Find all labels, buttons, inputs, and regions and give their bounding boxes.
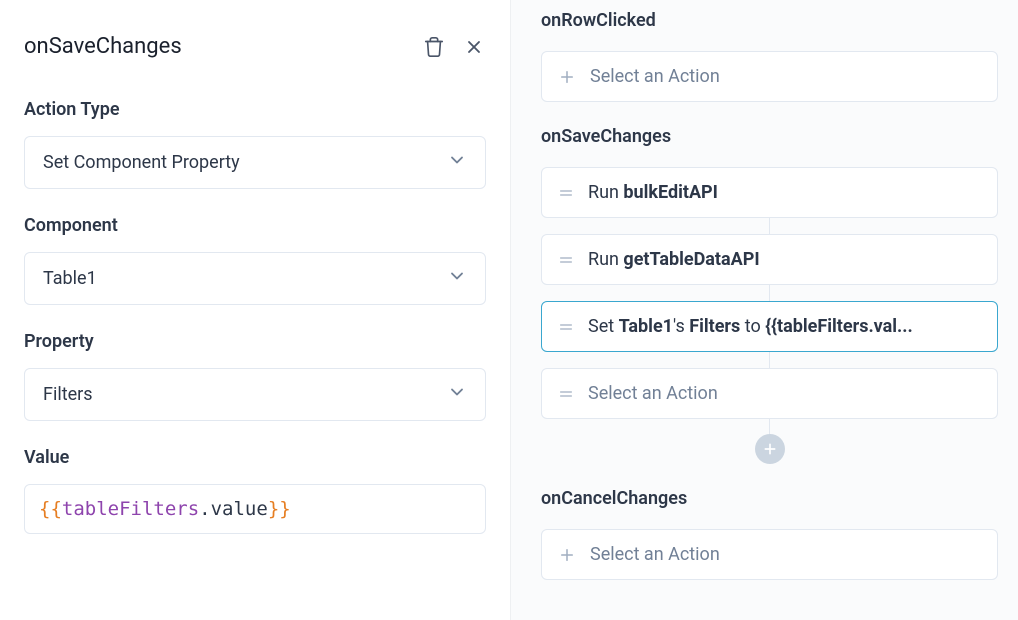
property-select[interactable]: Filters	[24, 368, 486, 421]
action-text: Run getTableDataAPI	[588, 249, 981, 270]
plus-icon	[558, 68, 576, 86]
right-panel: onRowClicked Select an Action onSaveChan…	[510, 0, 1018, 620]
drag-handle-icon[interactable]	[558, 386, 574, 402]
chevron-down-icon	[447, 382, 467, 407]
page-title: onSaveChanges	[24, 34, 182, 59]
code-property: .value	[199, 498, 268, 520]
property-value: Filters	[43, 384, 93, 405]
property-group: Property Filters	[24, 331, 486, 421]
action-type-value: Set Component Property	[43, 152, 240, 173]
connector	[541, 419, 998, 435]
event-title: onRowClicked	[541, 10, 998, 31]
component-group: Component Table1	[24, 215, 486, 305]
connector	[541, 218, 998, 234]
add-action-placeholder: Select an Action	[588, 383, 718, 404]
component-select[interactable]: Table1	[24, 252, 486, 305]
action-type-select[interactable]: Set Component Property	[24, 136, 486, 189]
code-identifier: tableFilters	[62, 498, 199, 520]
header-row: onSaveChanges	[24, 34, 486, 59]
add-action-placeholder: Select an Action	[590, 544, 720, 565]
action-type-group: Action Type Set Component Property	[24, 99, 486, 189]
close-icon[interactable]	[462, 35, 486, 59]
action-type-label: Action Type	[24, 99, 486, 120]
property-label: Property	[24, 331, 486, 352]
value-label: Value	[24, 447, 486, 468]
add-circle-row	[541, 434, 998, 464]
action-card-selected[interactable]: Set Table1's Filters to {{tableFilters.v…	[541, 301, 998, 352]
event-onsavechanges: onSaveChanges Run bulkEditAPI Run getTab…	[541, 126, 998, 464]
component-label: Component	[24, 215, 486, 236]
action-card[interactable]: Run getTableDataAPI	[541, 234, 998, 285]
add-action-button[interactable]	[755, 434, 785, 464]
code-braces-open: {{	[39, 498, 62, 520]
event-title: onCancelChanges	[541, 488, 998, 509]
connector	[541, 285, 998, 301]
value-group: Value {{tableFilters.value}}	[24, 447, 486, 534]
event-title: onSaveChanges	[541, 126, 998, 147]
add-action-placeholder: Select an Action	[590, 66, 720, 87]
action-text: Run bulkEditAPI	[588, 182, 981, 203]
value-input[interactable]: {{tableFilters.value}}	[24, 484, 486, 534]
drag-handle-icon[interactable]	[558, 319, 574, 335]
plus-icon	[558, 546, 576, 564]
header-actions	[422, 35, 486, 59]
action-text: Set Table1's Filters to {{tableFilters.v…	[588, 316, 981, 337]
chevron-down-icon	[447, 266, 467, 291]
drag-handle-icon[interactable]	[558, 252, 574, 268]
event-oncancelchanges: onCancelChanges Select an Action	[541, 488, 998, 580]
add-action-card[interactable]: Select an Action	[541, 51, 998, 102]
left-panel: onSaveChanges Action Type Set Component …	[0, 0, 510, 620]
add-action-card[interactable]: Select an Action	[541, 368, 998, 419]
component-value: Table1	[43, 268, 97, 289]
trash-icon[interactable]	[422, 35, 446, 59]
code-braces-close: }}	[268, 498, 291, 520]
drag-handle-icon[interactable]	[558, 185, 574, 201]
add-action-card[interactable]: Select an Action	[541, 529, 998, 580]
connector	[541, 352, 998, 368]
action-card[interactable]: Run bulkEditAPI	[541, 167, 998, 218]
event-onrowclicked: onRowClicked Select an Action	[541, 10, 998, 102]
chevron-down-icon	[447, 150, 467, 175]
